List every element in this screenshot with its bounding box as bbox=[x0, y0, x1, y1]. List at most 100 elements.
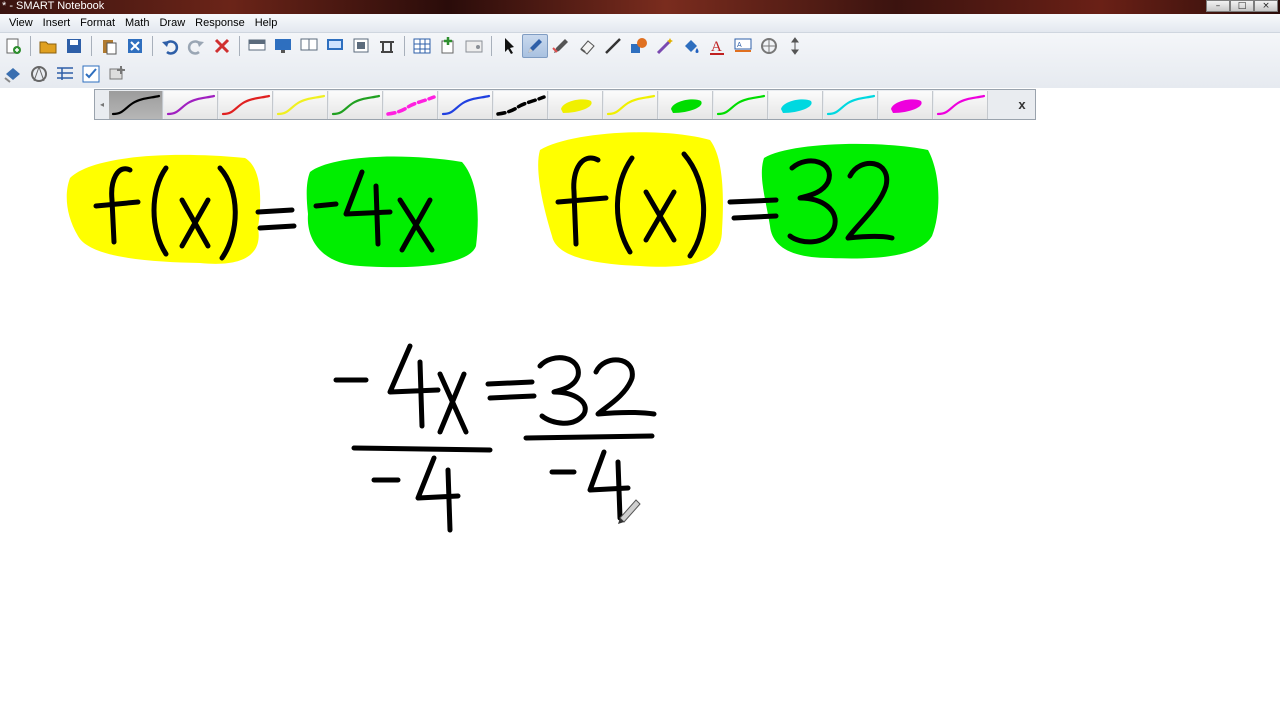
menu-bar: View Insert Format Math Draw Response He… bbox=[0, 14, 1280, 33]
notebook-page-canvas[interactable] bbox=[0, 121, 1280, 720]
text-icon: A bbox=[710, 39, 724, 55]
text-style-icon: A bbox=[734, 38, 752, 52]
pen-swatch[interactable] bbox=[879, 91, 933, 119]
new-page-icon bbox=[6, 38, 21, 54]
pen-swatch[interactable] bbox=[824, 91, 878, 119]
pen-swatch[interactable] bbox=[494, 91, 548, 119]
fill-button[interactable] bbox=[678, 34, 704, 58]
check-grid-icon bbox=[82, 65, 100, 83]
palette-scroll-left-icon[interactable]: ◂ bbox=[97, 93, 107, 117]
display-button[interactable] bbox=[322, 34, 348, 58]
shapes-button[interactable] bbox=[626, 34, 652, 58]
document-camera-button[interactable] bbox=[374, 34, 400, 58]
ink-equals-left bbox=[255, 207, 297, 231]
add-page-button[interactable] bbox=[435, 34, 461, 58]
ink-four-denom-right bbox=[587, 449, 631, 521]
pen-swatch[interactable] bbox=[604, 91, 658, 119]
open-folder-button[interactable] bbox=[35, 34, 61, 58]
pen-swatch[interactable] bbox=[329, 91, 383, 119]
close-window-button[interactable]: × bbox=[1254, 0, 1278, 12]
screen-capture-button[interactable] bbox=[348, 34, 374, 58]
compass-button[interactable] bbox=[26, 62, 52, 86]
pen-swatch[interactable] bbox=[439, 91, 493, 119]
undo-button[interactable] bbox=[157, 34, 183, 58]
ink-three-eq bbox=[537, 355, 588, 426]
ink-fraction-bar-right bbox=[523, 433, 655, 441]
paste-button[interactable] bbox=[96, 34, 122, 58]
text-button[interactable]: A bbox=[704, 34, 730, 58]
menu-math[interactable]: Math bbox=[120, 14, 154, 32]
menu-format[interactable]: Format bbox=[75, 14, 120, 32]
screen-shade-icon bbox=[248, 39, 266, 51]
toolbar-row-secondary bbox=[0, 61, 130, 87]
pen-swatch[interactable] bbox=[769, 91, 823, 119]
screen-shade-button[interactable] bbox=[244, 34, 270, 58]
table-button[interactable] bbox=[409, 34, 435, 58]
properties-icon bbox=[465, 40, 483, 53]
open-folder-icon bbox=[39, 41, 57, 54]
ink-two-eq bbox=[593, 357, 657, 417]
minimize-button[interactable]: – bbox=[1206, 0, 1230, 12]
line-button[interactable] bbox=[600, 34, 626, 58]
close-icon bbox=[128, 39, 142, 53]
pen-swatch[interactable] bbox=[109, 91, 163, 119]
pen-swatch-stroke-icon bbox=[331, 94, 381, 116]
save-button[interactable] bbox=[61, 34, 87, 58]
pen-swatch-stroke-icon bbox=[166, 94, 216, 116]
move-toolbar-button[interactable] bbox=[782, 34, 808, 58]
properties-button[interactable] bbox=[461, 34, 487, 58]
pen-swatch[interactable] bbox=[274, 91, 328, 119]
add-page-icon bbox=[441, 37, 454, 54]
table-tool-icon bbox=[57, 67, 73, 80]
add-ons-icon bbox=[109, 66, 125, 80]
new-page-button[interactable] bbox=[0, 34, 26, 58]
screen-capture-icon bbox=[353, 38, 369, 53]
dual-page-icon bbox=[300, 38, 318, 51]
title-bar: * - SMART Notebook – □ × bbox=[0, 0, 1280, 14]
move-toolbar-icon bbox=[791, 37, 799, 55]
toolbar: AA bbox=[0, 33, 1280, 88]
pen-swatch[interactable] bbox=[714, 91, 768, 119]
redo-button[interactable] bbox=[183, 34, 209, 58]
text-style-button[interactable]: A bbox=[730, 34, 756, 58]
delete-button[interactable] bbox=[209, 34, 235, 58]
pen-swatch[interactable] bbox=[164, 91, 218, 119]
menu-view[interactable]: View bbox=[4, 14, 38, 32]
menu-response[interactable]: Response bbox=[190, 14, 250, 32]
table-tool-button[interactable] bbox=[52, 62, 78, 86]
fill-bucket-icon bbox=[4, 68, 20, 83]
full-screen-button[interactable] bbox=[270, 34, 296, 58]
pen-swatch[interactable] bbox=[384, 91, 438, 119]
pen-swatch-stroke-icon bbox=[781, 99, 812, 113]
maximize-button[interactable]: □ bbox=[1230, 0, 1254, 12]
eraser-button[interactable] bbox=[574, 34, 600, 58]
measurement-tools-button[interactable] bbox=[756, 34, 782, 58]
select-arrow-button[interactable] bbox=[496, 34, 522, 58]
pen-icon bbox=[528, 39, 542, 53]
menu-insert[interactable]: Insert bbox=[38, 14, 76, 32]
add-ons-button[interactable] bbox=[104, 62, 130, 86]
magic-pen-button[interactable] bbox=[652, 34, 678, 58]
creative-pen-button[interactable] bbox=[548, 34, 574, 58]
select-arrow-icon bbox=[505, 38, 514, 54]
menu-draw[interactable]: Draw bbox=[154, 14, 190, 32]
ink-four-denom-left bbox=[415, 455, 461, 533]
ink-equals-eq bbox=[485, 379, 537, 401]
dual-page-button[interactable] bbox=[296, 34, 322, 58]
close-button[interactable] bbox=[122, 34, 148, 58]
pen-swatch[interactable] bbox=[659, 91, 713, 119]
pen-swatch[interactable] bbox=[219, 91, 273, 119]
palette-close-button[interactable]: x bbox=[1013, 94, 1031, 116]
pen-swatch-stroke-icon bbox=[276, 94, 326, 116]
shapes-icon bbox=[631, 38, 647, 53]
check-grid-button[interactable] bbox=[78, 62, 104, 86]
fill-bucket-button[interactable] bbox=[0, 62, 26, 86]
pen-swatch-stroke-icon bbox=[671, 99, 702, 113]
menu-help[interactable]: Help bbox=[250, 14, 283, 32]
pen-swatch[interactable] bbox=[549, 91, 603, 119]
pen-swatch[interactable] bbox=[934, 91, 988, 119]
pen-button[interactable] bbox=[522, 34, 548, 58]
fill-icon bbox=[685, 40, 699, 53]
ink-layer bbox=[66, 132, 939, 533]
magic-pen-icon bbox=[656, 38, 673, 55]
